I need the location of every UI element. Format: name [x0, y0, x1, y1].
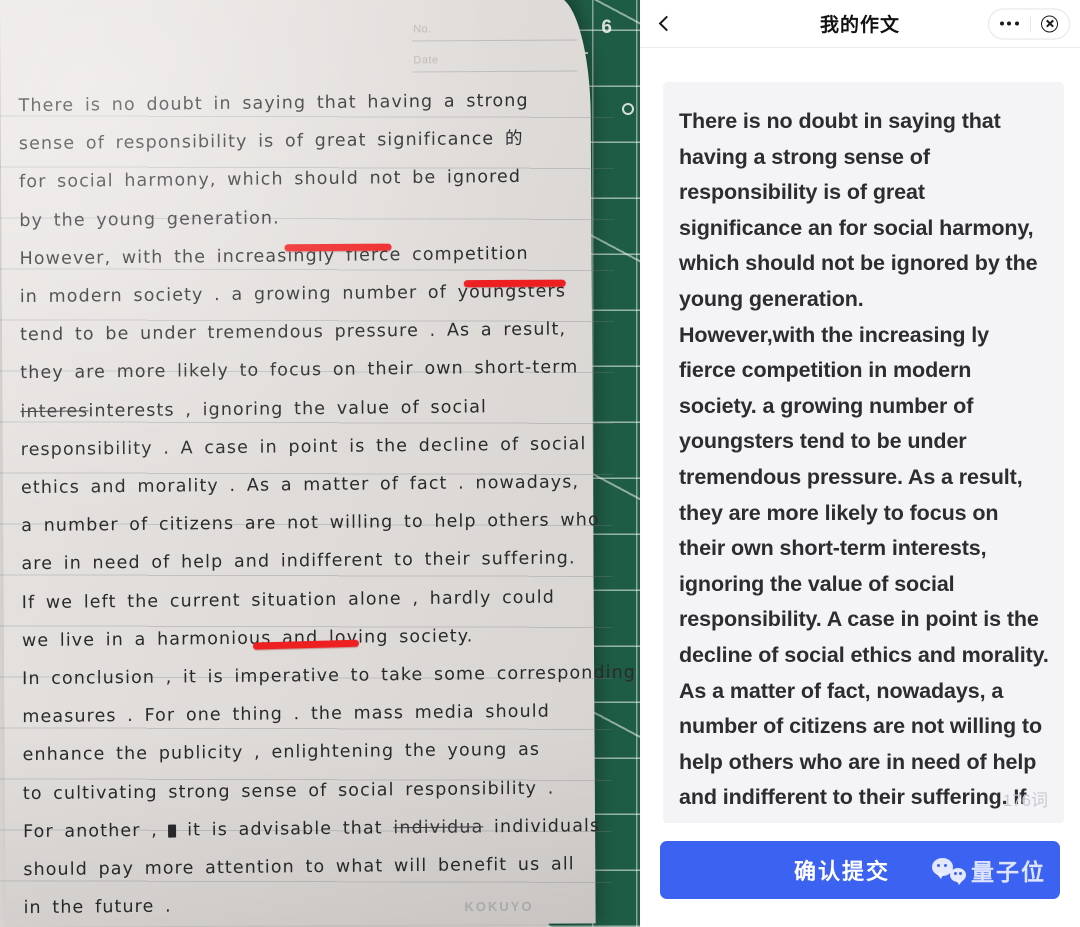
- red-underline-annotation: [284, 243, 392, 252]
- submit-button[interactable]: 确认提交 量子位: [660, 841, 1060, 899]
- struck-word: individua: [393, 817, 484, 839]
- app-panel: 我的作文 There is no doubt in saying that ha…: [640, 0, 1080, 927]
- wechat-watermark: 量子位: [932, 853, 1046, 887]
- red-underline-annotation: [463, 279, 566, 288]
- handwriting-line: However, with the increasingly fierce co…: [19, 243, 529, 269]
- handwriting-line: to cultivating strong sense of social re…: [22, 778, 555, 804]
- notebook-field-date-line: [412, 70, 578, 73]
- handwriting-line: are in need of help and indifferent to t…: [21, 548, 576, 575]
- notebook-field-no-line: [412, 39, 578, 42]
- app-body: There is no doubt in saying that having …: [640, 48, 1080, 823]
- close-button[interactable]: [1031, 9, 1070, 38]
- notebook-brand-label: KOKUYO: [464, 898, 534, 915]
- handwriting-line-rest: interests , ignoring the value of social: [88, 396, 488, 422]
- handwriting-line: tend to be under tremendous pressure . A…: [19, 319, 567, 346]
- notebook-paper: No. Date There is no doubt in saying tha…: [0, 0, 636, 927]
- wechat-icon: [932, 858, 966, 885]
- chevron-left-icon: [658, 15, 674, 32]
- handwriting-line: a number of citizens are not willing to …: [21, 510, 600, 537]
- submit-button-label: 确认提交: [793, 859, 890, 884]
- handwriting-line: enhance the publicity , enlightening the…: [22, 740, 541, 766]
- handwriting-line: for social harmony, which should not be …: [19, 167, 522, 193]
- essay-card[interactable]: There is no doubt in saying that having …: [663, 82, 1064, 823]
- notebook-field-no: No.: [413, 23, 432, 36]
- handwriting-line: by the young generation.: [19, 208, 280, 231]
- handwriting-line: responsibility . A case in point is the …: [20, 434, 587, 460]
- back-button[interactable]: [640, 0, 688, 48]
- handwriting-line: measures . For one thing . the mass medi…: [22, 701, 550, 728]
- notebook-field-date: Date: [413, 54, 439, 67]
- handwriting-line: interesinterests , ignoring the value of…: [20, 387, 600, 431]
- ink-blot: [168, 824, 177, 838]
- handwritten-essay: There is no doubt in saying that having …: [18, 82, 637, 926]
- essay-text: There is no doubt in saying that having …: [679, 109, 1049, 823]
- cutting-mat-hole-icon: [622, 103, 634, 115]
- handwriting-photo: 6 No. Date There is no doubt in saying t…: [0, 0, 640, 927]
- screenshot-root: 6 No. Date There is no doubt in saying t…: [0, 0, 1080, 927]
- watermark-text: 量子位: [971, 859, 1046, 885]
- handwriting-line: For another , it is advisable that indiv…: [23, 815, 601, 842]
- word-count-badge: 176词: [1002, 791, 1048, 810]
- handwriting-line: they are more likely to focus on their o…: [20, 357, 579, 384]
- more-options-button[interactable]: [989, 9, 1030, 38]
- cutting-mat-number: 6: [601, 17, 612, 38]
- handwriting-line: There is no doubt in saying that having …: [18, 90, 529, 117]
- handwriting-line: If we left the current situation alone ,…: [21, 587, 556, 613]
- handwriting-line: In conclusion , it is imperative to take…: [22, 662, 637, 690]
- handwriting-line: sense of responsibility is of great sign…: [18, 129, 524, 155]
- handwriting-line: we live in a harmonious and loving socie…: [21, 626, 474, 651]
- handwriting-line: should pay more attention to what will b…: [23, 854, 575, 881]
- handwriting-line: ethics and morality . As a matter of fac…: [20, 472, 580, 499]
- window-controls-capsule: [988, 8, 1070, 39]
- handwriting-line: in modern society . a growing number of …: [19, 281, 567, 308]
- struck-word: interes: [20, 401, 89, 422]
- app-header: 我的作文: [640, 0, 1080, 48]
- circle-close-icon: [1041, 15, 1059, 32]
- app-footer: 确认提交 量子位: [640, 823, 1080, 927]
